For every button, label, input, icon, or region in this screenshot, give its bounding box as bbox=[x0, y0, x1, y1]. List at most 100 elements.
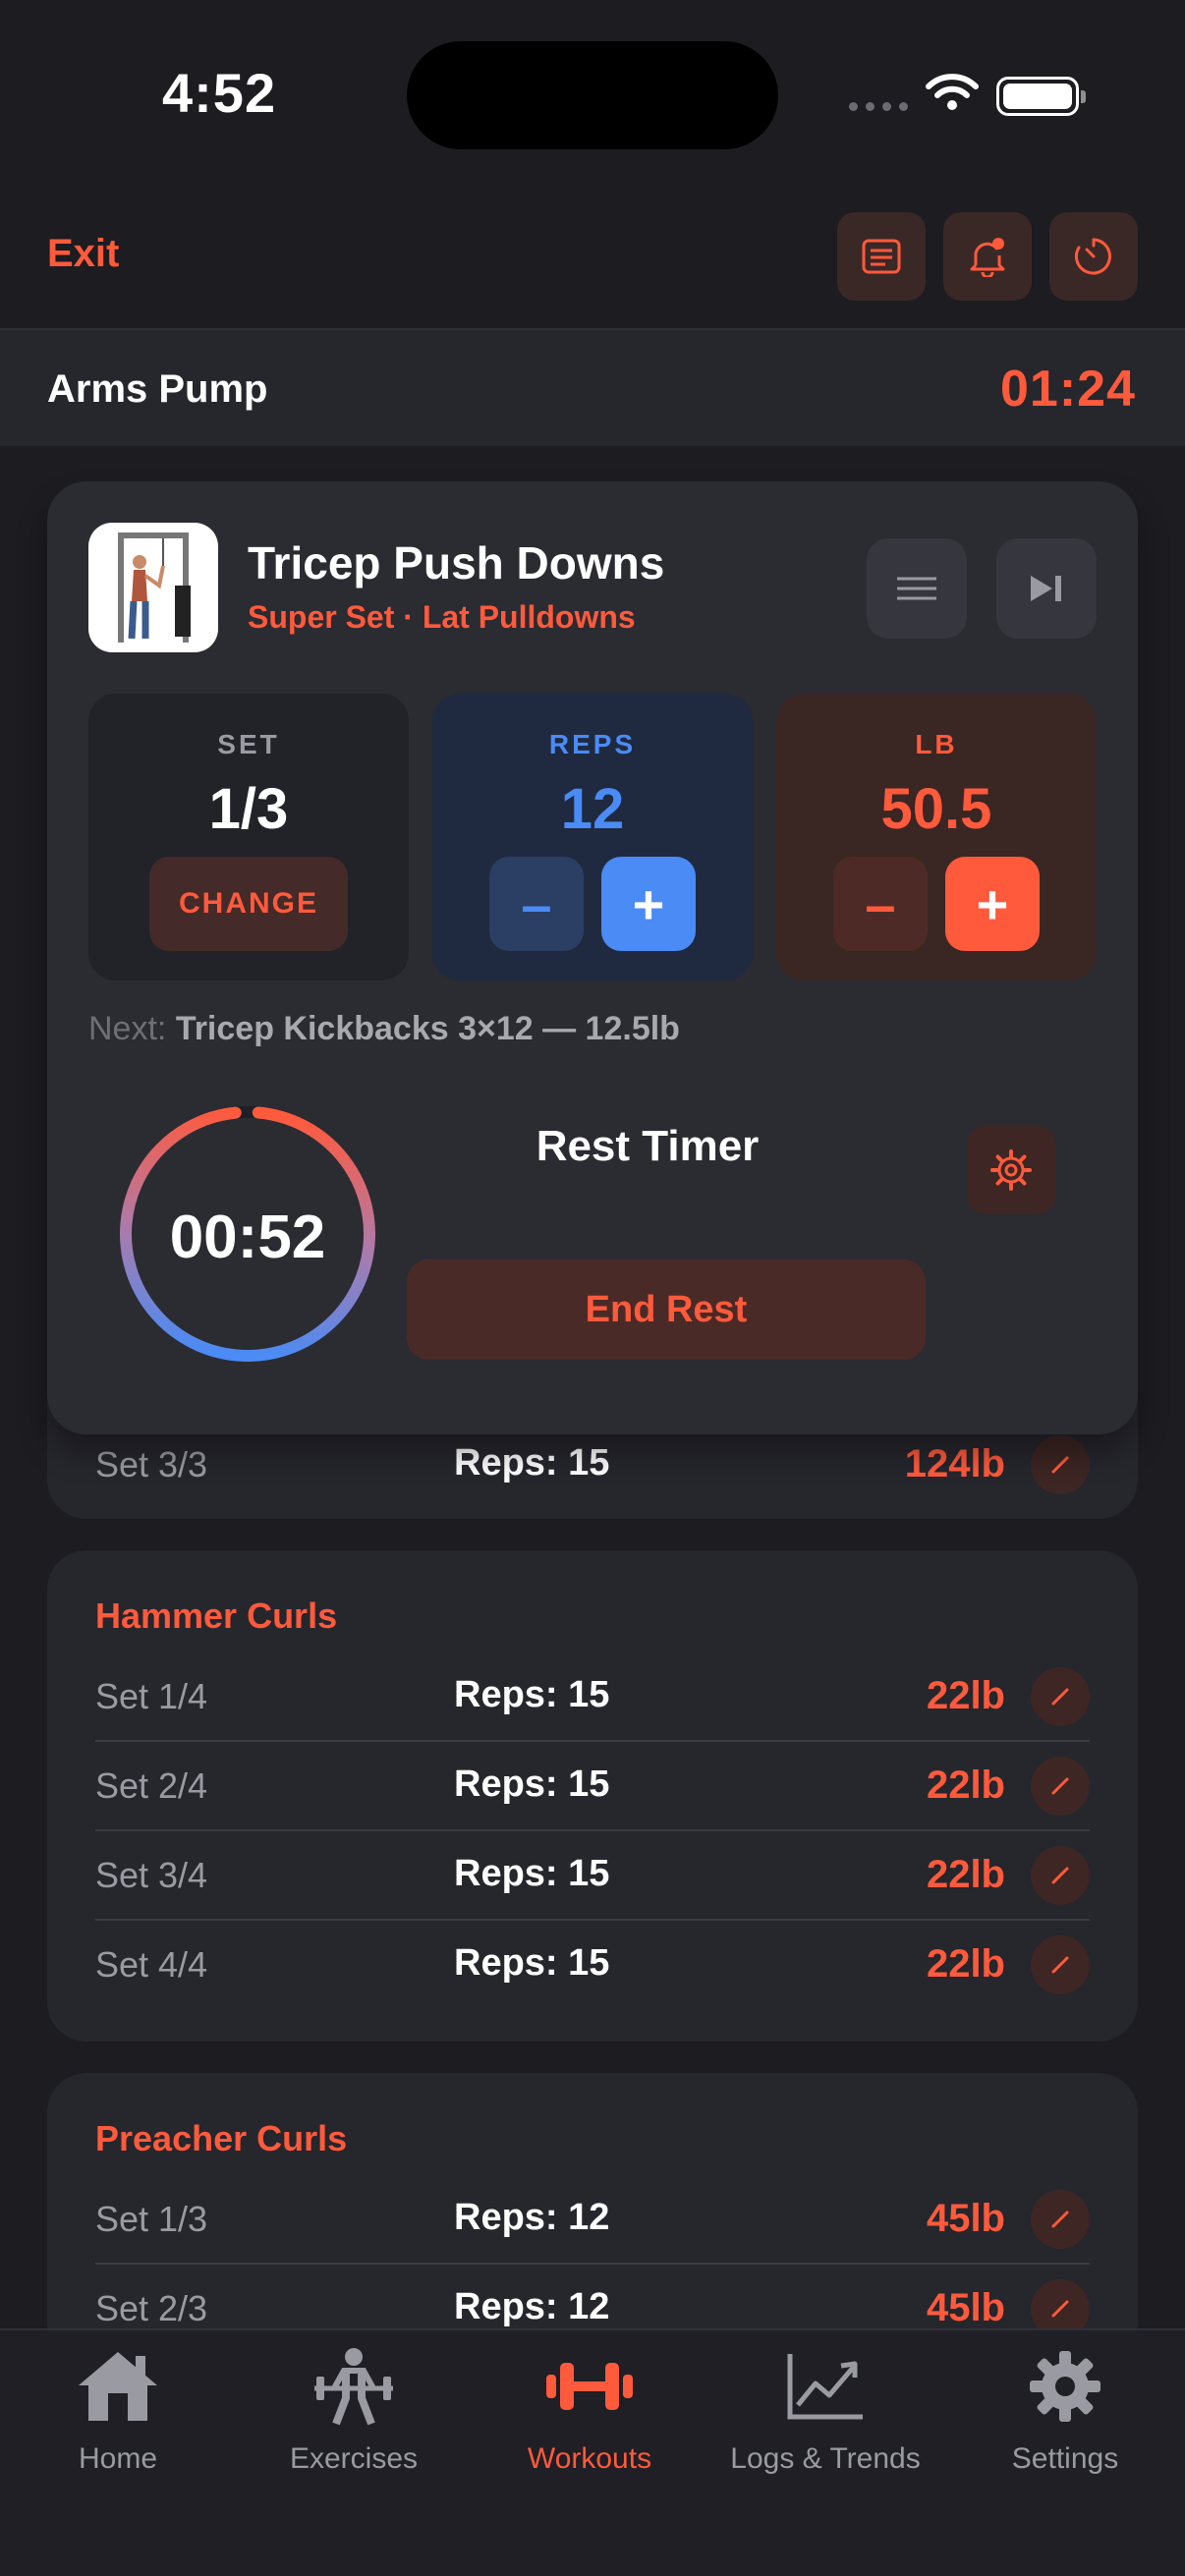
set-reps: Reps: 12 bbox=[454, 2197, 610, 2238]
set-weight: 22lb bbox=[926, 1764, 1005, 1807]
set-weight: 45lb bbox=[926, 2286, 1005, 2329]
rest-timer-title: Rest Timer bbox=[536, 1122, 760, 1170]
pencil-icon bbox=[1051, 1456, 1069, 1474]
weightlifter-icon bbox=[314, 2348, 393, 2426]
edit-set-button[interactable] bbox=[1031, 1846, 1090, 1905]
reps-label: REPS bbox=[548, 729, 637, 759]
set-weight: 124lb bbox=[904, 1442, 1005, 1485]
timer-button[interactable] bbox=[1049, 212, 1138, 301]
home-icon bbox=[79, 2352, 157, 2421]
skip-exercise-button[interactable] bbox=[996, 538, 1097, 639]
hamburger-icon bbox=[897, 577, 936, 600]
set-row: Set 2/4 Reps: 15 22lb bbox=[95, 1742, 1090, 1831]
tab-workouts[interactable]: Workouts bbox=[472, 2342, 707, 2476]
set-label: Set 1/3 bbox=[95, 2199, 208, 2239]
notes-button[interactable] bbox=[837, 212, 926, 301]
set-label: Set 4/4 bbox=[95, 1944, 208, 1985]
rest-timer-countdown: 00:52 bbox=[169, 1204, 326, 1271]
gear-icon bbox=[990, 1149, 1032, 1191]
pencil-icon bbox=[1051, 2211, 1069, 2228]
set-row: Set 3/4 Reps: 15 22lb bbox=[95, 1831, 1090, 1921]
weight-label: LB bbox=[915, 729, 958, 759]
weight-increment-button[interactable]: + bbox=[945, 857, 1040, 951]
tab-home[interactable]: Home bbox=[0, 2342, 236, 2476]
exit-button[interactable]: Exit bbox=[47, 232, 119, 276]
edit-set-button[interactable] bbox=[1031, 1935, 1090, 1994]
set-label: Set 3/4 bbox=[95, 1855, 208, 1895]
cable-machine-illustration bbox=[118, 532, 191, 643]
gear-icon bbox=[1030, 2351, 1100, 2422]
dynamic-island bbox=[407, 41, 778, 149]
reps-box: REPS 12 – + bbox=[432, 694, 753, 980]
chart-icon bbox=[787, 2354, 863, 2420]
weight-decrement-button[interactable]: – bbox=[833, 857, 928, 951]
set-reps: Reps: 15 bbox=[454, 1674, 610, 1715]
tab-logs-trends[interactable]: Logs & Trends bbox=[707, 2342, 943, 2476]
tab-settings[interactable]: Settings bbox=[947, 2342, 1183, 2476]
status-time: 4:52 bbox=[162, 62, 277, 124]
set-label: Set 2/4 bbox=[95, 1765, 208, 1806]
notifications-button[interactable] bbox=[943, 212, 1032, 301]
tab-label: Logs & Trends bbox=[730, 2442, 921, 2475]
edit-set-button[interactable] bbox=[1031, 2190, 1090, 2249]
set-label: Set 1/4 bbox=[95, 1676, 208, 1716]
pencil-icon bbox=[1051, 1688, 1069, 1706]
set-weight: 22lb bbox=[926, 1853, 1005, 1896]
battery-icon bbox=[996, 77, 1086, 116]
pencil-icon bbox=[1051, 2300, 1069, 2318]
tab-exercises[interactable]: Exercises bbox=[236, 2342, 472, 2476]
bell-icon bbox=[970, 238, 1005, 277]
cellular-signal-icon bbox=[849, 102, 908, 116]
set-label: Set 2/3 bbox=[95, 2288, 208, 2328]
skip-forward-icon bbox=[1031, 576, 1061, 601]
stopwatch-icon bbox=[1074, 238, 1111, 275]
active-exercise-card: Tricep Push Downs Super Set · Lat Pulldo… bbox=[47, 481, 1138, 1434]
tab-label: Settings bbox=[1011, 2442, 1119, 2475]
edit-set-button[interactable] bbox=[1031, 1757, 1090, 1816]
change-set-button[interactable]: CHANGE bbox=[149, 857, 348, 951]
exercise-card-hammer-curls: Hammer Curls Set 1/4 Reps: 15 22lb Set 2… bbox=[47, 1550, 1138, 2042]
set-reps: Reps: 15 bbox=[454, 1853, 610, 1894]
set-label: Set 3/3 bbox=[95, 1444, 208, 1484]
set-row: Set 4/4 Reps: 15 22lb bbox=[95, 1921, 1090, 2010]
next-prefix: Next: bbox=[88, 1010, 167, 1047]
weight-value: 50.5 bbox=[880, 777, 992, 841]
pencil-icon bbox=[1051, 1867, 1069, 1884]
reps-value: 12 bbox=[560, 777, 625, 841]
set-reps: Reps: 12 bbox=[454, 2286, 610, 2327]
next-exercise-text: Tricep Kickbacks 3×12 — 12.5lb bbox=[175, 1010, 680, 1047]
set-reps: Reps: 15 bbox=[454, 1942, 610, 1984]
edit-set-button[interactable] bbox=[1031, 1667, 1090, 1726]
exercise-card-title: Preacher Curls bbox=[95, 2118, 348, 2158]
reps-increment-button[interactable]: + bbox=[601, 857, 696, 951]
set-weight: 22lb bbox=[926, 1942, 1005, 1986]
next-exercise-line: Next: Tricep Kickbacks 3×12 — 12.5lb bbox=[88, 1010, 680, 1048]
set-reps: Reps: 15 bbox=[454, 1764, 610, 1805]
dumbbell-icon bbox=[546, 2363, 633, 2410]
end-rest-button[interactable]: End Rest bbox=[407, 1260, 926, 1360]
pencil-icon bbox=[1051, 1777, 1069, 1795]
wifi-icon bbox=[926, 74, 979, 110]
exercise-menu-button[interactable] bbox=[867, 538, 967, 639]
set-row: Set 1/3 Reps: 12 45lb bbox=[95, 2175, 1090, 2265]
reps-decrement-button[interactable]: – bbox=[489, 857, 584, 951]
set-weight: 22lb bbox=[926, 1674, 1005, 1717]
set-box: SET 1/3 CHANGE bbox=[88, 694, 409, 980]
set-reps: Reps: 15 bbox=[454, 1442, 610, 1484]
tab-label: Exercises bbox=[289, 2442, 419, 2475]
exercise-name: Tricep Push Downs bbox=[248, 537, 665, 588]
workout-title: Arms Pump bbox=[47, 367, 268, 411]
tab-label: Home bbox=[78, 2442, 158, 2475]
set-value: 1/3 bbox=[208, 777, 289, 841]
weight-box: LB 50.5 – + bbox=[776, 694, 1097, 980]
exercise-card-title: Hammer Curls bbox=[95, 1596, 338, 1636]
set-weight: 45lb bbox=[926, 2197, 1005, 2240]
pencil-icon bbox=[1051, 1956, 1069, 1974]
set-row: Set 1/4 Reps: 15 22lb bbox=[95, 1652, 1090, 1742]
superset-subtitle: Super Set · Lat Pulldowns bbox=[248, 599, 636, 635]
tab-label: Workouts bbox=[527, 2442, 652, 2475]
notes-icon bbox=[862, 239, 901, 274]
exercise-thumbnail bbox=[88, 523, 218, 652]
edit-set-button[interactable] bbox=[1031, 1435, 1090, 1494]
rest-timer-settings-button[interactable] bbox=[967, 1126, 1055, 1214]
